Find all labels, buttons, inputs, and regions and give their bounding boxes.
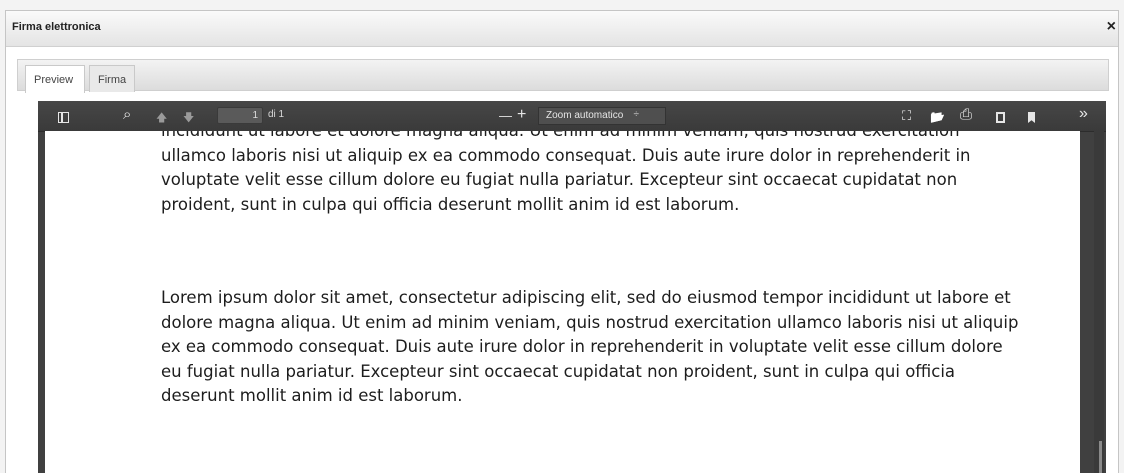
zoom-select-value: Zoom automatico bbox=[546, 110, 624, 121]
dialog-titlebar: Firma elettronica × bbox=[6, 11, 1118, 47]
previous-page-icon[interactable]: 🡅 bbox=[156, 109, 167, 127]
page-count-label: di 1 bbox=[268, 109, 285, 120]
zoom-out-button[interactable]: — bbox=[499, 107, 512, 125]
sidebar-toggle-icon[interactable] bbox=[58, 109, 69, 127]
zoom-in-button[interactable]: + bbox=[517, 106, 526, 124]
open-file-icon[interactable]: 📂 bbox=[930, 108, 945, 126]
tab-preview[interactable]: Preview bbox=[25, 65, 85, 93]
select-arrows-icon: ÷ bbox=[633, 109, 640, 120]
bookmark-icon[interactable] bbox=[1028, 109, 1035, 127]
zoom-select[interactable]: Zoom automatico ÷ bbox=[538, 107, 666, 125]
pdf-toolbar: ⌕ 🡅 🡇 1 di 1 — + Zoom automatico ÷ ⛶ 📂 ⎙… bbox=[38, 101, 1106, 132]
pdf-viewer: ⌕ 🡅 🡇 1 di 1 — + Zoom automatico ÷ ⛶ 📂 ⎙… bbox=[38, 101, 1106, 473]
more-tools-icon[interactable]: » bbox=[1079, 105, 1088, 123]
close-icon[interactable]: × bbox=[1107, 18, 1116, 36]
download-icon[interactable] bbox=[996, 109, 1005, 127]
electronic-signature-dialog: Firma elettronica × Preview Firma ⌕ 🡅 🡇 … bbox=[5, 10, 1119, 473]
document-paragraph: incididunt ut labore et dolore magna ali… bbox=[161, 131, 971, 214]
dialog-title: Firma elettronica bbox=[12, 21, 101, 33]
pdf-page: incididunt ut labore et dolore magna ali… bbox=[45, 131, 1080, 473]
search-icon[interactable]: ⌕ bbox=[123, 106, 131, 124]
scrollbar-thumb[interactable] bbox=[1099, 441, 1102, 473]
fullscreen-icon[interactable]: ⛶ bbox=[902, 107, 911, 125]
tab-bar: Preview Firma bbox=[17, 59, 1109, 93]
scrollbar-track[interactable] bbox=[1094, 131, 1104, 473]
print-icon[interactable]: ⎙ bbox=[960, 106, 972, 124]
tab-firma[interactable]: Firma bbox=[89, 65, 135, 92]
page-number-input[interactable]: 1 bbox=[217, 107, 263, 124]
next-page-icon[interactable]: 🡇 bbox=[183, 109, 194, 127]
document-paragraph: Lorem ipsum dolor sit amet, consectetur … bbox=[161, 288, 1019, 405]
